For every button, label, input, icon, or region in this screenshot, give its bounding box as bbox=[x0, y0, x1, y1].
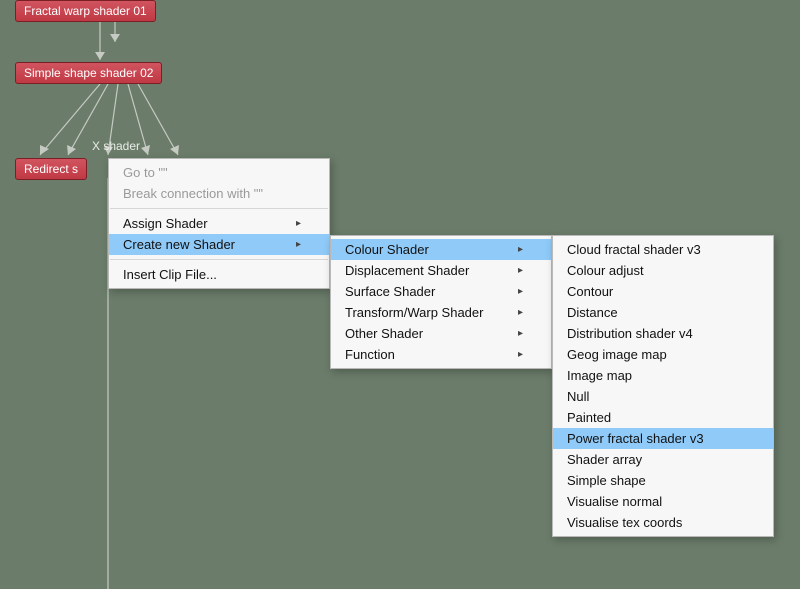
menu-item-label: Visualise normal bbox=[567, 494, 662, 509]
menu-item-shader-array[interactable]: Shader array bbox=[553, 449, 773, 470]
menu-item-colour-adjust[interactable]: Colour adjust bbox=[553, 260, 773, 281]
menu-item-simple-shape[interactable]: Simple shape bbox=[553, 470, 773, 491]
menu-item-break-connection: Break connection with "" bbox=[109, 183, 329, 204]
chevron-right-icon: ▸ bbox=[518, 244, 523, 255]
menu-item-label: Distribution shader v4 bbox=[567, 326, 693, 341]
menu-separator bbox=[110, 208, 328, 209]
menu-item-painted[interactable]: Painted bbox=[553, 407, 773, 428]
menu-item-label: Create new Shader bbox=[123, 237, 235, 252]
menu-item-label: Geog image map bbox=[567, 347, 667, 362]
menu-separator bbox=[110, 259, 328, 260]
menu-item-label: Visualise tex coords bbox=[567, 515, 682, 530]
chevron-right-icon: ▸ bbox=[296, 218, 301, 229]
submenu-create-new-shader: Colour Shader ▸ Displacement Shader ▸ Su… bbox=[330, 235, 552, 369]
port-label-x-shader: X shader bbox=[92, 139, 140, 153]
submenu-colour-shader: Cloud fractal shader v3 Colour adjust Cont… bbox=[552, 235, 774, 537]
node-label: Redirect s bbox=[24, 162, 78, 176]
menu-item-label: Painted bbox=[567, 410, 611, 425]
menu-item-label: Displacement Shader bbox=[345, 263, 469, 278]
menu-item-label: Colour adjust bbox=[567, 263, 644, 278]
menu-item-label: Power fractal shader v3 bbox=[567, 431, 704, 446]
menu-item-insert-clip-file[interactable]: Insert Clip File... bbox=[109, 264, 329, 285]
menu-item-distance[interactable]: Distance bbox=[553, 302, 773, 323]
menu-item-label: Assign Shader bbox=[123, 216, 208, 231]
menu-item-label: Break connection with "" bbox=[123, 186, 263, 201]
menu-item-create-new-shader[interactable]: Create new Shader ▸ bbox=[109, 234, 329, 255]
node-simple-shape-shader-02[interactable]: Simple shape shader 02 bbox=[15, 62, 162, 84]
context-menu: Go to "" Break connection with "" Assign… bbox=[108, 158, 330, 289]
chevron-right-icon: ▸ bbox=[518, 349, 523, 360]
menu-item-label: Transform/Warp Shader bbox=[345, 305, 483, 320]
menu-item-label: Function bbox=[345, 347, 395, 362]
menu-item-power-fractal-shader-v3[interactable]: Power fractal shader v3 bbox=[553, 428, 773, 449]
menu-item-visualise-normal[interactable]: Visualise normal bbox=[553, 491, 773, 512]
menu-item-null[interactable]: Null bbox=[553, 386, 773, 407]
menu-item-displacement-shader[interactable]: Displacement Shader ▸ bbox=[331, 260, 551, 281]
menu-item-contour[interactable]: Contour bbox=[553, 281, 773, 302]
chevron-right-icon: ▸ bbox=[518, 328, 523, 339]
node-label: Fractal warp shader 01 bbox=[24, 4, 147, 18]
menu-item-function[interactable]: Function ▸ bbox=[331, 344, 551, 365]
menu-item-label: Image map bbox=[567, 368, 632, 383]
menu-item-label: Shader array bbox=[567, 452, 642, 467]
chevron-right-icon: ▸ bbox=[518, 286, 523, 297]
chevron-right-icon: ▸ bbox=[518, 265, 523, 276]
menu-item-label: Other Shader bbox=[345, 326, 423, 341]
menu-item-label: Contour bbox=[567, 284, 613, 299]
menu-item-label: Simple shape bbox=[567, 473, 646, 488]
chevron-right-icon: ▸ bbox=[518, 307, 523, 318]
node-label: Simple shape shader 02 bbox=[24, 66, 153, 80]
menu-item-distribution-shader-v4[interactable]: Distribution shader v4 bbox=[553, 323, 773, 344]
menu-item-go-to: Go to "" bbox=[109, 162, 329, 183]
menu-item-label: Insert Clip File... bbox=[123, 267, 217, 282]
menu-item-other-shader[interactable]: Other Shader ▸ bbox=[331, 323, 551, 344]
menu-item-label: Cloud fractal shader v3 bbox=[567, 242, 701, 257]
menu-item-transform-warp-shader[interactable]: Transform/Warp Shader ▸ bbox=[331, 302, 551, 323]
chevron-right-icon: ▸ bbox=[296, 239, 301, 250]
menu-item-label: Distance bbox=[567, 305, 618, 320]
menu-item-assign-shader[interactable]: Assign Shader ▸ bbox=[109, 213, 329, 234]
menu-item-visualise-tex-coords[interactable]: Visualise tex coords bbox=[553, 512, 773, 533]
node-redirect-shader[interactable]: Redirect s bbox=[15, 158, 87, 180]
menu-item-colour-shader[interactable]: Colour Shader ▸ bbox=[331, 239, 551, 260]
menu-item-label: Null bbox=[567, 389, 589, 404]
menu-item-label: Go to "" bbox=[123, 165, 168, 180]
menu-item-image-map[interactable]: Image map bbox=[553, 365, 773, 386]
menu-item-cloud-fractal-shader-v3[interactable]: Cloud fractal shader v3 bbox=[553, 239, 773, 260]
node-fractal-warp-shader-01[interactable]: Fractal warp shader 01 bbox=[15, 0, 156, 22]
menu-item-surface-shader[interactable]: Surface Shader ▸ bbox=[331, 281, 551, 302]
menu-item-geog-image-map[interactable]: Geog image map bbox=[553, 344, 773, 365]
menu-item-label: Surface Shader bbox=[345, 284, 435, 299]
menu-item-label: Colour Shader bbox=[345, 242, 429, 257]
